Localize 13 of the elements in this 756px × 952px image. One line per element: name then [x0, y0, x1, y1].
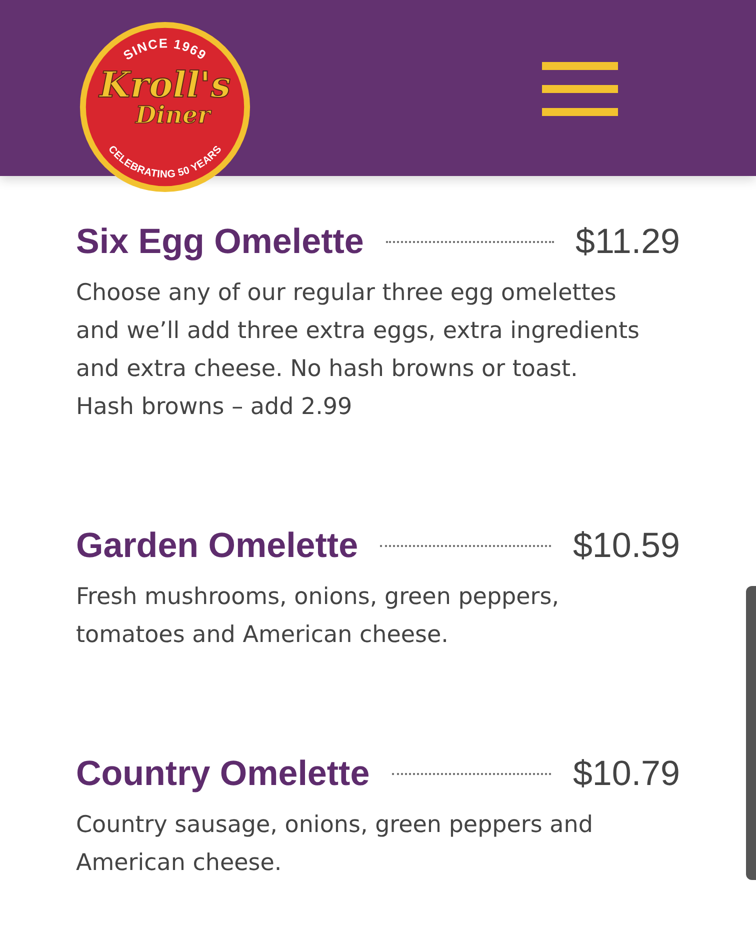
scrollbar[interactable]	[746, 586, 756, 880]
logo-badge[interactable]	[80, 22, 250, 192]
item-title: Six Egg Omelette	[76, 222, 364, 262]
item-price: $10.59	[572, 526, 680, 566]
item-description: Choose any of our regular three egg omelettes and we’ll add three extra eggs, extra ingredients and extra cheese. No hash browns or toast. Hash browns – add 2.99	[76, 279, 640, 422]
item-price: $11.29	[576, 222, 680, 262]
item-title: Country Omelette	[76, 754, 370, 794]
item-description: Country sausage, onions, green peppers and American cheese.	[76, 811, 594, 878]
item-description: Fresh mushrooms, onions, green peppers, tomatoes and American cheese.	[76, 583, 560, 650]
item-price: $10.79	[572, 754, 680, 794]
item-title: Garden Omelette	[76, 526, 358, 566]
menu-icon[interactable]	[542, 62, 618, 116]
logo-tagline: SINCE 1969	[120, 36, 210, 64]
